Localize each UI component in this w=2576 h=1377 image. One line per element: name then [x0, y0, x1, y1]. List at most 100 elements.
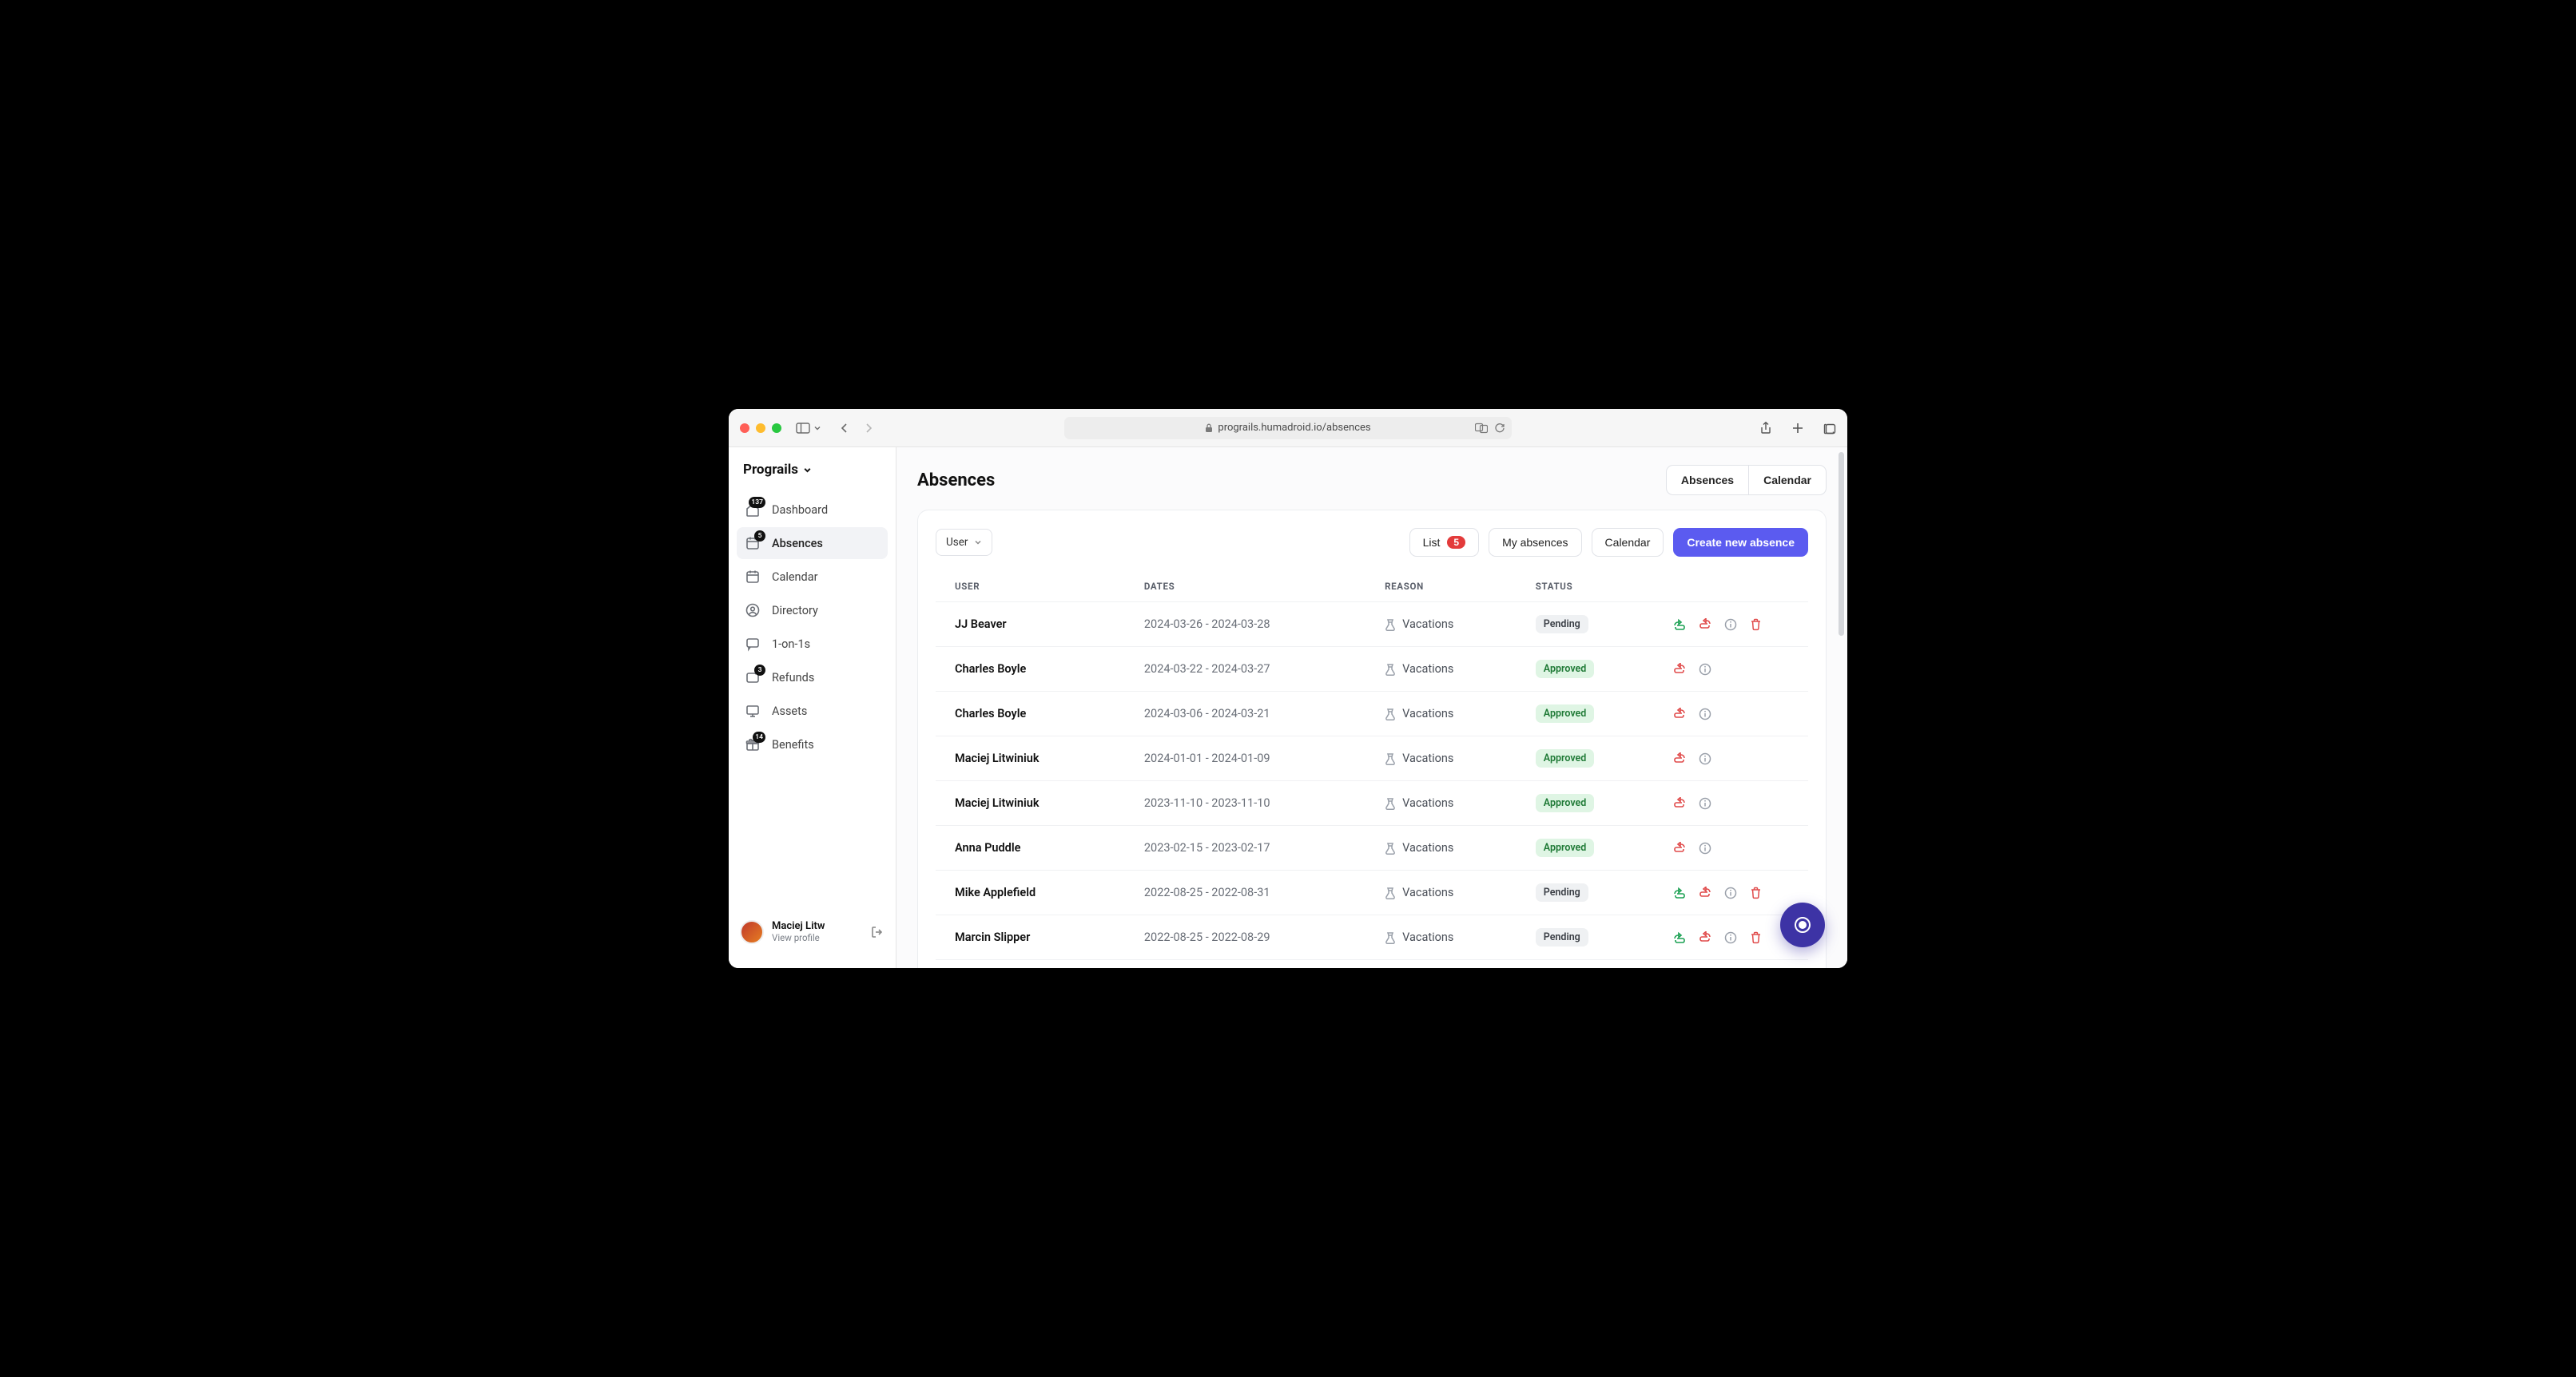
- cell-user: Anna Puddle: [955, 841, 1135, 855]
- table-body: JJ Beaver 2024-03-26 - 2024-03-28 Vacation…: [936, 601, 1808, 968]
- table-row: Maciej Litwiniuk2024-01-01 - 2024-01-09V…: [936, 736, 1808, 780]
- approve-icon[interactable]: [1673, 887, 1686, 899]
- reject-icon[interactable]: [1673, 663, 1686, 676]
- table-row: Mike Applefield2022-08-18 - 2022-08-19Va…: [936, 959, 1808, 968]
- chat-fab[interactable]: [1780, 903, 1825, 947]
- tab-calendar[interactable]: Calendar: [1748, 466, 1826, 494]
- browser-window: prograils.humadroid.io/absences Prograil…: [729, 409, 1847, 968]
- reject-icon[interactable]: [1699, 931, 1711, 944]
- reject-icon[interactable]: [1673, 708, 1686, 720]
- main-content: Absences Absences Calendar User: [896, 447, 1847, 968]
- tab-absences[interactable]: Absences: [1667, 466, 1748, 494]
- sidebar-item-directory[interactable]: Directory: [737, 594, 888, 626]
- sidebar-item-assets[interactable]: Assets: [737, 695, 888, 727]
- reject-icon[interactable]: [1699, 618, 1711, 631]
- delete-icon[interactable]: [1750, 931, 1762, 944]
- sidebar-item-absences[interactable]: 5 Absences: [737, 527, 888, 559]
- info-icon[interactable]: [1699, 708, 1711, 720]
- cell-reason: Vacations: [1385, 752, 1526, 765]
- table-row: JJ Beaver 2024-03-26 - 2024-03-28 Vacation…: [936, 601, 1808, 646]
- directory-icon: [745, 602, 761, 618]
- workspace-switcher[interactable]: Prograils: [729, 462, 896, 494]
- reject-icon[interactable]: [1673, 752, 1686, 765]
- gift-icon: 14: [745, 736, 761, 752]
- row-actions: [1673, 842, 1789, 855]
- vacation-icon: [1385, 708, 1396, 720]
- info-icon[interactable]: [1699, 797, 1711, 810]
- info-icon[interactable]: [1699, 752, 1711, 765]
- approve-icon[interactable]: [1673, 618, 1686, 631]
- row-actions: [1673, 708, 1789, 720]
- reason-text: Vacations: [1402, 796, 1453, 810]
- nav-badge: 3: [754, 665, 765, 676]
- row-actions: [1673, 663, 1789, 676]
- info-icon[interactable]: [1724, 931, 1737, 944]
- info-icon[interactable]: [1724, 887, 1737, 899]
- cell-user: Maciej Litwiniuk: [955, 796, 1135, 810]
- cell-status: Pending: [1536, 928, 1664, 946]
- absences-card: User List 5 My absences Calendar Create …: [917, 510, 1827, 968]
- sidebar-toggle-button[interactable]: [796, 423, 821, 434]
- url-text: prograils.humadroid.io/absences: [1218, 422, 1370, 434]
- list-count-badge: 5: [1447, 536, 1465, 549]
- delete-icon[interactable]: [1750, 618, 1762, 631]
- create-absence-button[interactable]: Create new absence: [1673, 528, 1808, 557]
- info-icon[interactable]: [1699, 663, 1711, 676]
- reason-text: Vacations: [1402, 662, 1453, 676]
- cell-dates: 2023-02-15 - 2023-02-17: [1144, 841, 1375, 855]
- sidebar-item-refunds[interactable]: 3 Refunds: [737, 661, 888, 693]
- table-header: USER DATES REASON STATUS: [936, 571, 1808, 601]
- cell-dates: 2024-03-26 - 2024-03-28: [1144, 617, 1375, 631]
- share-icon[interactable]: [1759, 422, 1772, 435]
- avatar[interactable]: [740, 920, 764, 944]
- delete-icon[interactable]: [1750, 887, 1762, 899]
- sidebar-item-label: Refunds: [772, 671, 814, 685]
- forward-button[interactable]: [863, 423, 874, 434]
- profile-sub: View profile: [772, 933, 825, 943]
- address-bar[interactable]: prograils.humadroid.io/absences: [1064, 417, 1512, 439]
- cell-user: JJ Beaver: [955, 617, 1135, 631]
- vacation-icon: [1385, 663, 1396, 676]
- row-actions: [1673, 797, 1789, 810]
- close-window-button[interactable]: [740, 423, 749, 433]
- profile-link[interactable]: Maciej Litw View profile: [772, 921, 825, 943]
- cell-dates: 2022-08-25 - 2022-08-31: [1144, 886, 1375, 899]
- scrollbar[interactable]: [1838, 447, 1846, 968]
- cell-dates: 2024-03-22 - 2024-03-27: [1144, 662, 1375, 676]
- maximize-window-button[interactable]: [772, 423, 781, 433]
- info-icon[interactable]: [1699, 842, 1711, 855]
- info-icon[interactable]: [1724, 618, 1737, 631]
- new-tab-icon[interactable]: [1791, 422, 1804, 435]
- row-actions: [1673, 887, 1789, 899]
- table-row: Anna Puddle2023-02-15 - 2023-02-17Vacati…: [936, 825, 1808, 870]
- my-absences-button[interactable]: My absences: [1489, 528, 1581, 557]
- reject-icon[interactable]: [1673, 797, 1686, 810]
- cell-reason: Vacations: [1385, 617, 1526, 631]
- sidebar-item-label: Assets: [772, 704, 807, 718]
- list-view-button[interactable]: List 5: [1409, 528, 1479, 557]
- table-row: Charles Boyle2024-03-06 - 2024-03-21Vaca…: [936, 691, 1808, 736]
- sidebar-item-1on1s[interactable]: 1-on-1s: [737, 628, 888, 660]
- tabs-icon[interactable]: [1823, 422, 1836, 435]
- sidebar: Prograils 137 Dashboard 5 Absences: [729, 447, 896, 968]
- nav-badge: 14: [753, 732, 765, 743]
- translate-icon[interactable]: [1475, 423, 1488, 434]
- cell-reason: Vacations: [1385, 662, 1526, 676]
- app-root: Prograils 137 Dashboard 5 Absences: [729, 447, 1847, 968]
- cell-reason: Vacations: [1385, 707, 1526, 720]
- reject-icon[interactable]: [1673, 842, 1686, 855]
- sidebar-item-benefits[interactable]: 14 Benefits: [737, 728, 888, 760]
- sidebar-item-calendar[interactable]: Calendar: [737, 561, 888, 593]
- cell-user: Charles Boyle: [955, 707, 1135, 720]
- back-button[interactable]: [839, 423, 850, 434]
- reject-icon[interactable]: [1699, 887, 1711, 899]
- status-badge: Approved: [1536, 704, 1595, 723]
- minimize-window-button[interactable]: [756, 423, 765, 433]
- reload-icon[interactable]: [1494, 423, 1505, 434]
- logout-icon[interactable]: [870, 925, 885, 939]
- user-filter-dropdown[interactable]: User: [936, 529, 992, 556]
- calendar-view-button[interactable]: Calendar: [1592, 528, 1664, 557]
- approve-icon[interactable]: [1673, 931, 1686, 944]
- card-toolbar: User List 5 My absences Calendar Create …: [936, 528, 1808, 557]
- sidebar-item-dashboard[interactable]: 137 Dashboard: [737, 494, 888, 526]
